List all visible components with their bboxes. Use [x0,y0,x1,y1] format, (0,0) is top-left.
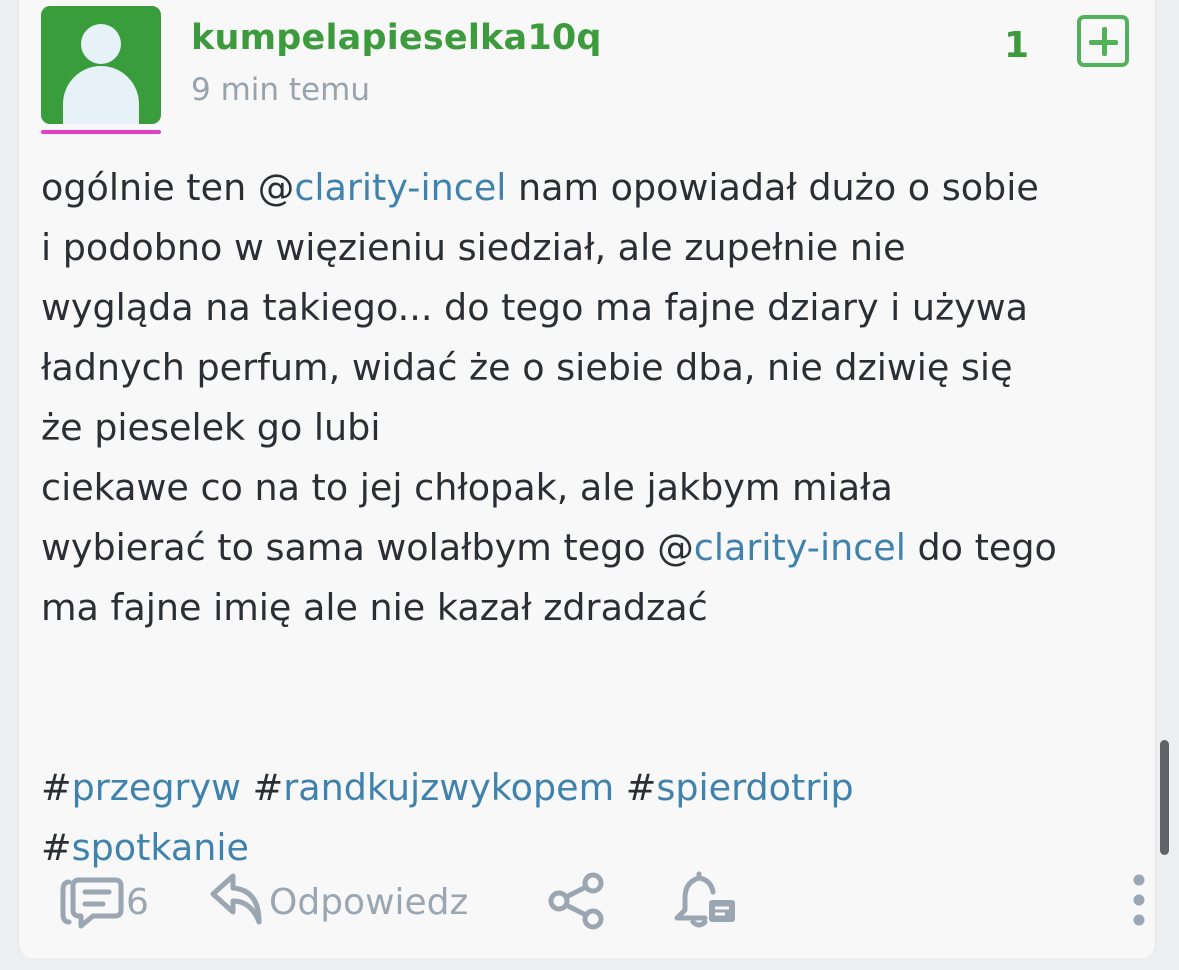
entry-actions: 6 Odpowiedz [41,868,1145,936]
scrollbar-thumb[interactable] [1160,740,1169,855]
content-text: do tego [905,526,1057,569]
content-text: wygląda na takiego... do tego ma fajne d… [41,286,1028,329]
content-text: ma fajne imię ale nie kazał zdradzać [41,586,708,629]
content-line: ogólnie ten @clarity-incel nam opowiadał… [41,158,1141,218]
hashtag-link[interactable]: #przegryw [41,766,241,809]
entry-card: kumpelapieselka10q 9 min temu 1 ogólnie … [18,0,1156,958]
avatar[interactable] [41,6,161,134]
content-text: ładnych perfum, widać że o siebie dba, n… [41,346,1013,389]
post-time[interactable]: 9 min temu [191,72,370,108]
content-text: wybierać to sama wolałbym tego @ [41,526,694,569]
content-line: wygląda na takiego... do tego ma fajne d… [41,278,1141,338]
notification-bell-icon[interactable] [671,870,741,932]
hashtag-link[interactable]: #spierdotrip [626,766,854,809]
content-text: że pieselek go lubi [41,406,381,449]
content-line: wybierać to sama wolałbym tego @clarity-… [41,518,1141,578]
tags-line: #przegryw #randkujzwykopem #spierdotrip [41,758,1141,818]
content-text: i podobno w więzieniu siedział, ale zupe… [41,226,906,269]
content-line: że pieselek go lubi [41,398,1141,458]
upvote-button[interactable] [1077,15,1129,67]
author-username[interactable]: kumpelapieselka10q [191,18,602,58]
more-options-icon[interactable] [1131,870,1147,930]
comments-count[interactable]: 6 [126,882,149,923]
content-line: ładnych perfum, widać że o siebie dba, n… [41,338,1141,398]
content-text: ciekawe co na to jej chłopak, ale jakbym… [41,466,893,509]
reply-icon[interactable] [207,870,265,928]
content-line: ma fajne imię ale nie kazał zdradzać [41,578,1141,638]
content-line: i podobno w więzieniu siedział, ale zupe… [41,218,1141,278]
reply-button[interactable]: Odpowiedz [269,882,468,923]
user-mention-link[interactable]: clarity-incel [694,526,906,569]
content-text: ogólnie ten @ [41,166,295,209]
default-avatar-icon [41,6,161,124]
entry-content: ogólnie ten @clarity-incel nam opowiadał… [41,158,1141,878]
user-mention-link[interactable]: clarity-incel [294,166,506,209]
share-icon[interactable] [545,870,609,932]
content-text: nam opowiadał dużo o sobie [506,166,1039,209]
comments-icon[interactable] [59,874,125,932]
hashtag-link[interactable]: #spotkanie [41,826,249,869]
content-line: ciekawe co na to jej chłopak, ale jakbym… [41,458,1141,518]
gender-underline [41,130,161,134]
vote-count: 1 [1004,25,1030,66]
hashtag-link[interactable]: #randkujzwykopem [253,766,615,809]
